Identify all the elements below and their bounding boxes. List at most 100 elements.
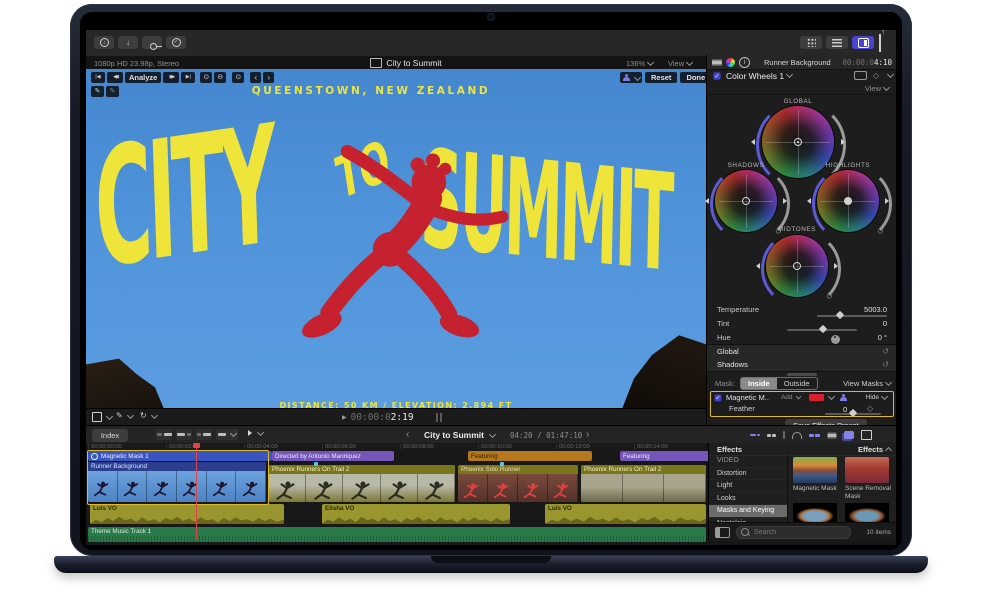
headphones-icon[interactable] bbox=[792, 432, 802, 439]
section-global[interactable]: Global bbox=[707, 344, 896, 359]
video-inspector-icon[interactable] bbox=[712, 59, 722, 66]
zoom-handle[interactable] bbox=[436, 413, 438, 422]
clip-luis-vo-2[interactable]: Luis VO bbox=[545, 504, 706, 524]
clip-phoenix-runners-1[interactable]: Phoenix Runners On Trail 2 bbox=[269, 465, 455, 502]
mask-color-swatch[interactable] bbox=[809, 394, 834, 401]
highlights-reset-icon[interactable] bbox=[877, 228, 884, 236]
section-shadows-reset-icon[interactable] bbox=[882, 361, 889, 369]
analyze-button[interactable]: Analyze bbox=[125, 72, 161, 83]
effect-name-menu[interactable]: Color Wheels 1 bbox=[726, 71, 792, 81]
fx-category-distortion[interactable]: Distortion bbox=[709, 468, 787, 481]
effect-enabled-checkbox[interactable] bbox=[713, 72, 720, 79]
clip-title-featuring-1[interactable]: Featuring bbox=[468, 451, 592, 461]
mask-enabled-checkbox[interactable] bbox=[715, 394, 722, 401]
fx-thumbnail-toggle-icon[interactable] bbox=[715, 527, 730, 538]
chevron-down-icon[interactable] bbox=[887, 71, 894, 78]
scroll-nub[interactable] bbox=[787, 373, 817, 376]
appearance-icon[interactable] bbox=[828, 432, 837, 438]
prev-frame-button[interactable] bbox=[250, 72, 261, 83]
insert-clip-button[interactable] bbox=[176, 429, 192, 440]
share-button[interactable] bbox=[879, 34, 881, 52]
clip-phoenix-runners-2[interactable]: Phoenix Runners On Trail 2 bbox=[581, 465, 706, 502]
forward-button[interactable] bbox=[163, 72, 179, 83]
index-button[interactable]: Index bbox=[92, 429, 128, 442]
viewer-canvas[interactable]: QUEENSTOWN, NEW ZEALAND CITY TO SUMMIT bbox=[86, 69, 706, 408]
range-icon[interactable] bbox=[783, 431, 785, 439]
transitions-browser-icon[interactable] bbox=[861, 430, 872, 440]
clip-theme-music[interactable]: Theme Music Track 1 bbox=[88, 527, 706, 542]
hue-value[interactable]: 0 ° bbox=[839, 333, 887, 342]
keyframe-icon[interactable] bbox=[873, 72, 879, 80]
fx-category-video[interactable]: VIDEO bbox=[709, 455, 787, 468]
connect-clip-button[interactable] bbox=[156, 429, 172, 440]
fx-item-magnetic-mask-thumb[interactable] bbox=[793, 457, 837, 483]
tint-value[interactable]: 0 bbox=[839, 319, 887, 328]
draw-tool-button[interactable] bbox=[116, 412, 133, 420]
fx-item-vignette-mask-thumb[interactable] bbox=[793, 503, 837, 522]
view-masks-menu[interactable]: View Masks bbox=[843, 379, 891, 388]
zoom-handle-2[interactable] bbox=[440, 413, 442, 422]
mask-add-menu[interactable]: Add bbox=[781, 394, 801, 401]
clip-elisha-vo[interactable]: Elisha VO bbox=[322, 504, 510, 524]
append-clip-button[interactable] bbox=[196, 429, 212, 440]
fx-category-light[interactable]: Light bbox=[709, 480, 787, 493]
clip-magnetic-mask[interactable]: Magnetic Mask 1 bbox=[88, 451, 272, 461]
marker-icon[interactable] bbox=[500, 462, 504, 466]
info-inspector-icon[interactable] bbox=[739, 57, 750, 68]
go-end-button[interactable] bbox=[181, 72, 195, 83]
reset-button[interactable]: Reset bbox=[645, 72, 677, 83]
download-button[interactable] bbox=[118, 36, 138, 49]
snapping-icon[interactable] bbox=[809, 434, 820, 437]
fx-category-masks-keying[interactable]: Masks and Keying bbox=[709, 505, 787, 518]
brush-add-button[interactable] bbox=[91, 86, 104, 97]
section-global-reset-icon[interactable] bbox=[882, 348, 889, 356]
prev-project-button[interactable] bbox=[406, 430, 409, 440]
zoom-level-menu[interactable]: 136% bbox=[626, 59, 653, 68]
fx-category-looks[interactable]: Looks bbox=[709, 493, 787, 506]
rewind-button[interactable] bbox=[107, 72, 123, 83]
go-start-button[interactable] bbox=[91, 72, 105, 83]
timeline-playhead[interactable] bbox=[196, 443, 197, 540]
add-keyframe-button[interactable] bbox=[200, 72, 212, 83]
browser-toggle-button[interactable] bbox=[800, 36, 822, 49]
feather-keyframe-icon[interactable] bbox=[867, 405, 873, 413]
clip-title-featuring-2[interactable]: Featuring bbox=[620, 451, 712, 461]
color-inspector-icon[interactable] bbox=[726, 58, 735, 67]
search-input[interactable] bbox=[752, 528, 846, 537]
magnetic-mask-row[interactable]: Magnetic M.. Add Hide bbox=[711, 392, 891, 403]
overwrite-clip-button[interactable] bbox=[216, 429, 238, 440]
mask-inside-button[interactable]: Inside bbox=[741, 378, 777, 389]
fx-item-scene-removal-thumb[interactable] bbox=[845, 457, 889, 483]
fx-search-field[interactable] bbox=[736, 526, 851, 539]
preview-icon[interactable] bbox=[854, 71, 867, 80]
temperature-value[interactable]: 5003.0 bbox=[839, 305, 887, 314]
face-select-button[interactable] bbox=[620, 72, 642, 83]
mask-person-icon[interactable] bbox=[840, 394, 848, 402]
feather-value[interactable]: 0 bbox=[843, 405, 847, 414]
clip-phoenix-solo-runner[interactable]: Phoenix Solo Runner bbox=[458, 465, 578, 502]
next-project-button[interactable] bbox=[586, 430, 589, 440]
next-frame-button[interactable] bbox=[263, 72, 274, 83]
fx-item-oval-mask-thumb[interactable] bbox=[845, 503, 889, 522]
inspector-toggle-button[interactable] bbox=[852, 36, 874, 49]
target-button[interactable] bbox=[232, 72, 244, 83]
nudge-icon[interactable] bbox=[767, 434, 776, 437]
crop-tool-button[interactable] bbox=[92, 412, 112, 422]
arrow-tool-menu[interactable] bbox=[248, 430, 263, 436]
marker-icon[interactable] bbox=[314, 462, 318, 466]
wheel-view-menu[interactable]: View bbox=[865, 84, 889, 93]
fx-grid-header[interactable]: Effects bbox=[858, 445, 891, 454]
import-media-button[interactable] bbox=[94, 36, 114, 49]
transform-tool-button[interactable] bbox=[140, 412, 157, 420]
background-tasks-button[interactable] bbox=[166, 36, 186, 49]
section-shadows[interactable]: Shadows bbox=[707, 358, 896, 372]
clip-luis-vo-1[interactable]: Luis VO bbox=[90, 504, 284, 524]
view-menu[interactable]: View bbox=[668, 59, 692, 68]
timeline-toggle-button[interactable] bbox=[826, 36, 848, 49]
trim-icon[interactable] bbox=[750, 434, 760, 436]
mask-hide-menu[interactable]: Hide bbox=[866, 394, 887, 401]
play-icon[interactable] bbox=[342, 415, 347, 421]
effects-browser-icon[interactable] bbox=[844, 431, 854, 439]
clip-runner-background[interactable]: Runner Background bbox=[88, 462, 266, 502]
keyword-editor-button[interactable] bbox=[142, 36, 162, 49]
